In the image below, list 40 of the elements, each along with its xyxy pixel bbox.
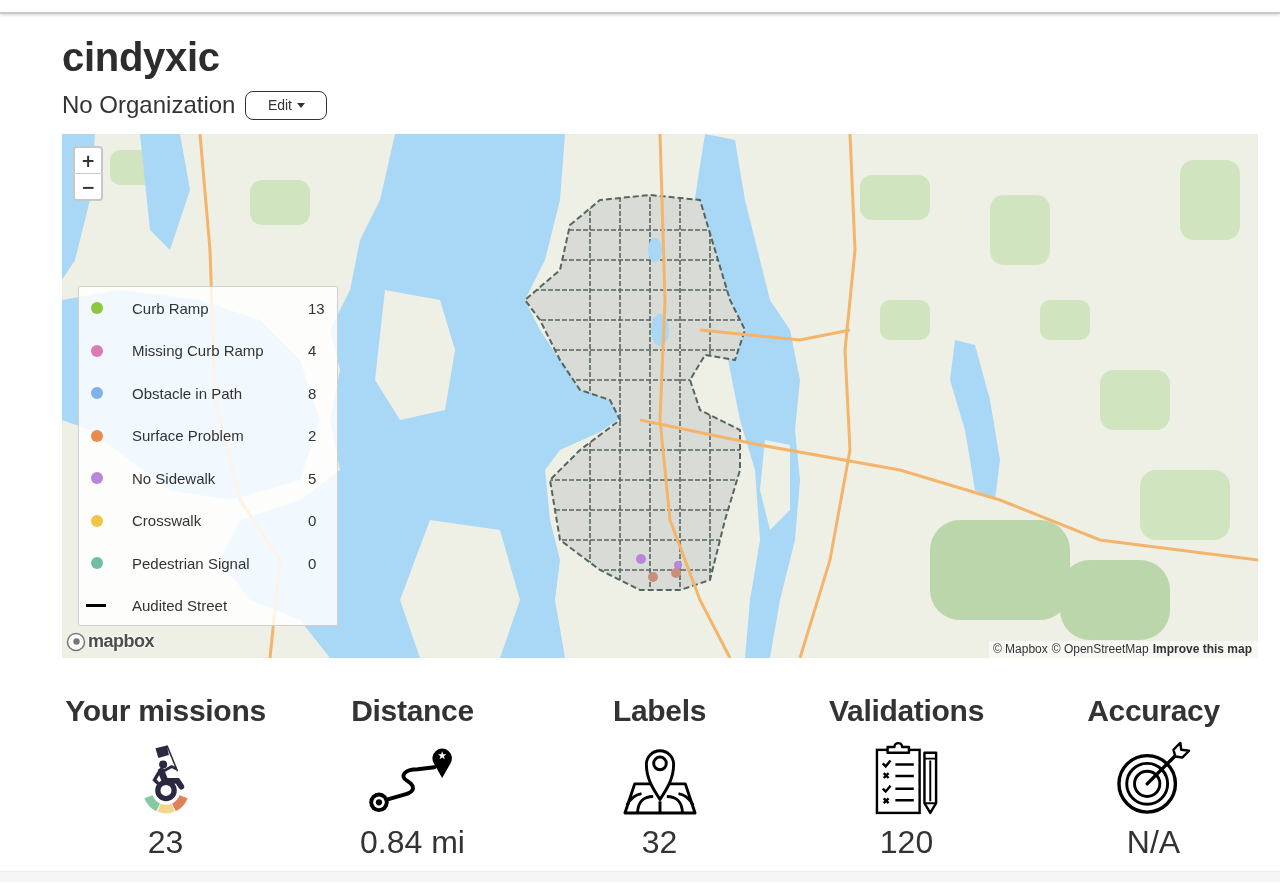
legend-count: 8	[308, 384, 318, 402]
legend-label: Obstacle in Path	[132, 384, 244, 402]
legend-count: 13	[308, 299, 326, 317]
attribution-link[interactable]: Improve this map	[1152, 642, 1252, 656]
legend-count: 0	[308, 512, 318, 530]
legend-label: Crosswalk	[132, 512, 203, 530]
stat-title: Labels	[612, 693, 707, 729]
edit-button[interactable]: Edit	[245, 90, 328, 120]
logo-mark-icon	[66, 631, 86, 652]
caret-icon	[297, 102, 305, 108]
attribution-link[interactable]: © Mapbox	[992, 642, 1048, 656]
legend-count: 2	[308, 427, 318, 445]
legend-count: 4	[308, 342, 318, 360]
zoom-in-button[interactable]: +	[73, 146, 103, 174]
attribution-link[interactable]: © OpenStreetMap	[1051, 642, 1149, 656]
legend-label: Curb Ramp	[132, 299, 210, 317]
wheelchair-flag-icon	[142, 742, 189, 814]
stat-value: 120	[879, 823, 934, 861]
legend-label: Audited Street	[132, 597, 229, 615]
clipboard-pencil-icon	[874, 741, 939, 815]
stat-title: Your missions	[65, 693, 266, 729]
map-logo[interactable]: mapbox	[66, 631, 154, 652]
stat-value: 32	[641, 823, 678, 861]
legend-count: 0	[308, 554, 318, 572]
stat-value: 0.84 mi	[360, 823, 465, 861]
legend-count: 5	[308, 469, 318, 487]
street-line-icon	[86, 604, 106, 608]
organization-name: No Organization	[62, 90, 236, 120]
stat-value: N/A	[1126, 823, 1181, 861]
stat-title: Accuracy	[1087, 693, 1220, 729]
username-title: cindyxic	[62, 34, 220, 80]
legend-label: Missing Curb Ramp	[132, 342, 265, 360]
stat-title: Distance	[351, 693, 474, 729]
stat-title: Validations	[828, 693, 985, 729]
target-icon	[1114, 741, 1193, 815]
stat-value: 23	[147, 823, 184, 861]
legend-label: No Sidewalk	[132, 469, 217, 487]
zoom-out-button[interactable]: −	[73, 174, 103, 201]
legend-label: Pedestrian Signal	[132, 554, 251, 572]
legend-label: Surface Problem	[132, 427, 245, 445]
